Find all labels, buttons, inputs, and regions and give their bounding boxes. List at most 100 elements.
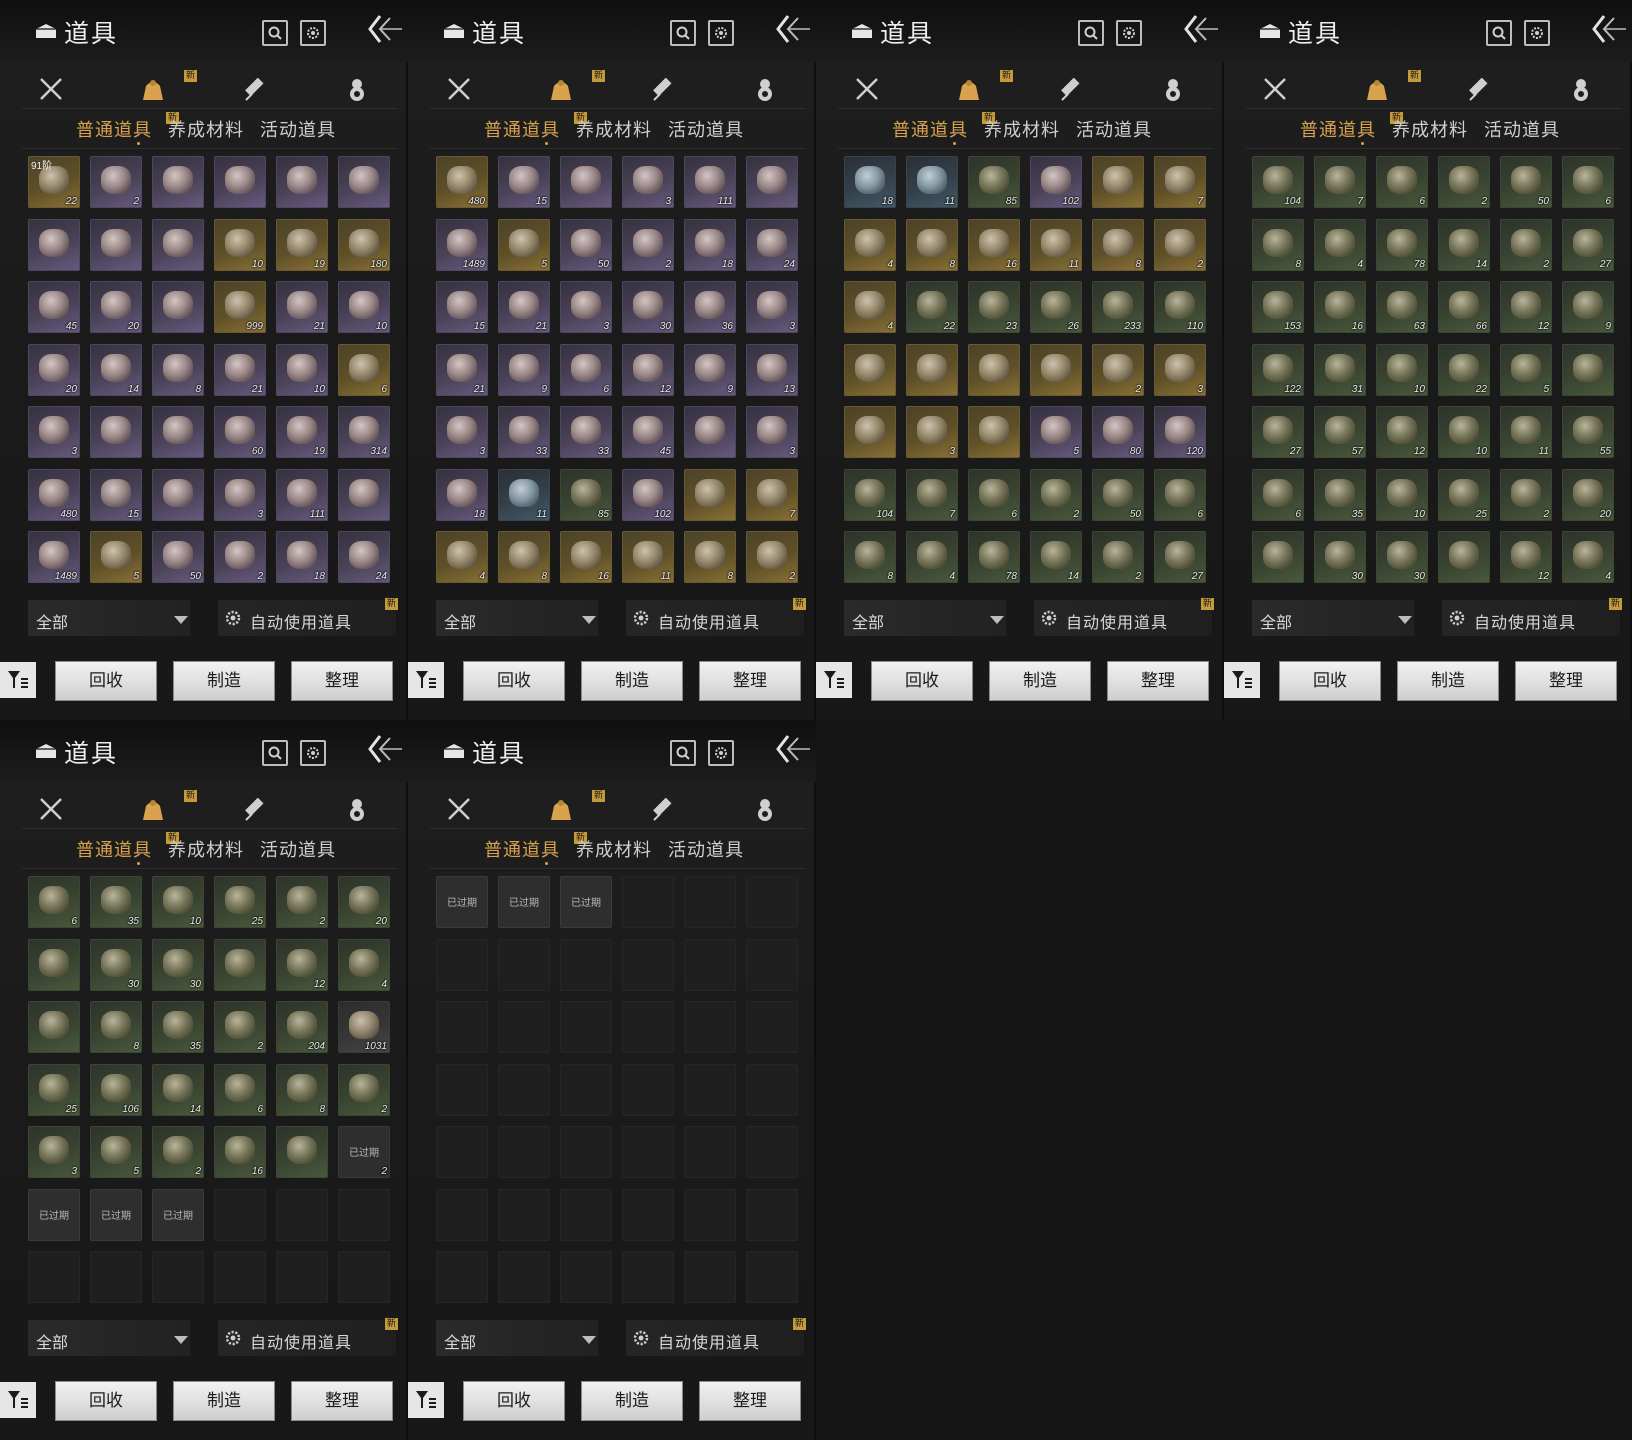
tab-cultivation-materials[interactable]: 养成材料	[1392, 116, 1468, 142]
item-slot[interactable]: 4	[338, 938, 390, 991]
item-slot[interactable]: 5	[1030, 406, 1082, 458]
item-slot[interactable]	[844, 406, 896, 458]
item-slot[interactable]	[844, 343, 896, 396]
item-slot[interactable]: 20	[90, 281, 142, 333]
item-slot[interactable]: 11	[1030, 218, 1082, 271]
tab-item-bag-icon[interactable]	[138, 74, 168, 104]
item-slot[interactable]: 11	[498, 468, 550, 521]
item-slot[interactable]: 50	[1500, 156, 1552, 208]
item-slot[interactable]	[684, 406, 736, 458]
item-slot[interactable]: 63	[1376, 281, 1428, 333]
recycle-button[interactable]: 回收	[1280, 662, 1380, 700]
tab-scroll-icon[interactable]	[1464, 74, 1494, 104]
back-arrow-icon[interactable]	[772, 12, 812, 46]
settings-button[interactable]	[1116, 20, 1142, 46]
tab-event-items[interactable]: 活动道具	[668, 836, 744, 862]
item-slot[interactable]: 已过期	[436, 876, 488, 928]
item-slot[interactable]: 6	[1154, 468, 1206, 521]
item-slot[interactable]	[28, 938, 80, 991]
item-slot[interactable]: 18	[436, 468, 488, 521]
item-slot[interactable]: 12	[1500, 531, 1552, 583]
item-slot[interactable]: 3	[746, 406, 798, 458]
item-slot[interactable]: 5	[498, 218, 550, 271]
item-slot[interactable]	[214, 938, 266, 991]
filter-sort-button[interactable]	[0, 662, 36, 698]
item-slot[interactable]: 3	[906, 406, 958, 458]
tab-gourd-icon[interactable]	[750, 74, 780, 104]
item-slot[interactable]: 6	[560, 343, 612, 396]
item-slot[interactable]: 16	[1314, 281, 1366, 333]
item-slot[interactable]: 6	[1562, 156, 1614, 208]
auto-use-toggle[interactable]: 自动使用道具 新	[626, 1318, 806, 1356]
item-slot[interactable]: 2	[338, 1063, 390, 1116]
item-slot[interactable]: 111	[684, 156, 736, 208]
item-slot[interactable]: 9	[498, 343, 550, 396]
search-button[interactable]	[1078, 20, 1104, 46]
auto-use-toggle[interactable]: 自动使用道具 新	[218, 1318, 398, 1356]
item-slot[interactable]: 21	[436, 343, 488, 396]
filter-sort-button[interactable]	[408, 1382, 444, 1418]
item-slot[interactable]	[90, 406, 142, 458]
item-slot[interactable]: 2	[214, 1001, 266, 1053]
item-slot[interactable]: 14	[1030, 531, 1082, 583]
item-slot[interactable]: 5	[90, 1126, 142, 1178]
item-slot[interactable]: 10	[1376, 343, 1428, 396]
item-slot[interactable]	[968, 343, 1020, 396]
item-slot[interactable]: 104	[844, 468, 896, 521]
tab-scroll-icon[interactable]	[648, 794, 678, 824]
filter-sort-button[interactable]	[816, 662, 852, 698]
tab-weapon-swords-icon[interactable]	[852, 74, 882, 104]
item-slot[interactable]: 22	[906, 281, 958, 333]
filter-dropdown[interactable]: 全部	[436, 600, 598, 636]
item-slot[interactable]: 45	[622, 406, 674, 458]
item-slot[interactable]: 19	[276, 406, 328, 458]
item-slot[interactable]: 19	[276, 218, 328, 271]
item-slot[interactable]: 5	[1500, 343, 1552, 396]
item-slot[interactable]: 8	[498, 531, 550, 583]
item-slot[interactable]: 999	[214, 281, 266, 333]
item-slot[interactable]	[1562, 343, 1614, 396]
item-slot[interactable]: 3	[214, 468, 266, 521]
item-slot[interactable]: 2	[152, 1126, 204, 1178]
item-slot[interactable]: 7	[906, 468, 958, 521]
item-slot[interactable]: 2	[746, 531, 798, 583]
settings-button[interactable]	[708, 20, 734, 46]
item-slot[interactable]: 4	[1562, 531, 1614, 583]
tab-item-bag-icon[interactable]	[546, 74, 576, 104]
item-slot[interactable]	[214, 156, 266, 208]
item-slot[interactable]: 233	[1092, 281, 1144, 333]
item-slot[interactable]: 15	[498, 156, 550, 208]
item-slot[interactable]: 10	[276, 343, 328, 396]
tab-weapon-swords-icon[interactable]	[36, 794, 66, 824]
recycle-button[interactable]: 回收	[464, 1382, 564, 1420]
tab-cultivation-materials[interactable]: 养成材料	[576, 116, 652, 142]
tab-scroll-icon[interactable]	[648, 74, 678, 104]
item-slot[interactable]: 35	[90, 876, 142, 928]
item-slot[interactable]: 18	[844, 156, 896, 208]
tab-cultivation-materials[interactable]: 养成材料	[168, 116, 244, 142]
tab-common-items[interactable]: 普通道具	[76, 836, 152, 862]
item-slot[interactable]: 15	[436, 281, 488, 333]
item-slot[interactable]: 7	[1314, 156, 1366, 208]
item-slot[interactable]: 21	[498, 281, 550, 333]
item-slot[interactable]: 31	[1314, 343, 1366, 396]
search-button[interactable]	[670, 740, 696, 766]
tab-scroll-icon[interactable]	[240, 74, 270, 104]
item-slot[interactable]: 已过期	[560, 876, 612, 928]
item-slot[interactable]: 2	[1500, 218, 1552, 271]
item-slot[interactable]: 13	[746, 343, 798, 396]
tab-gourd-icon[interactable]	[750, 794, 780, 824]
item-slot[interactable]: 3	[560, 281, 612, 333]
item-slot[interactable]: 110	[1154, 281, 1206, 333]
sort-button[interactable]: 整理	[292, 662, 392, 700]
item-slot[interactable]	[276, 156, 328, 208]
item-slot[interactable]	[560, 156, 612, 208]
tab-item-bag-icon[interactable]	[138, 794, 168, 824]
item-slot[interactable]	[28, 1001, 80, 1053]
item-slot[interactable]: 20	[28, 343, 80, 396]
item-slot[interactable]: 35	[152, 1001, 204, 1053]
item-slot[interactable]: 4	[844, 218, 896, 271]
item-slot[interactable]: 14	[1438, 218, 1490, 271]
item-slot[interactable]: 180	[338, 218, 390, 271]
item-slot[interactable]: 27	[1154, 531, 1206, 583]
